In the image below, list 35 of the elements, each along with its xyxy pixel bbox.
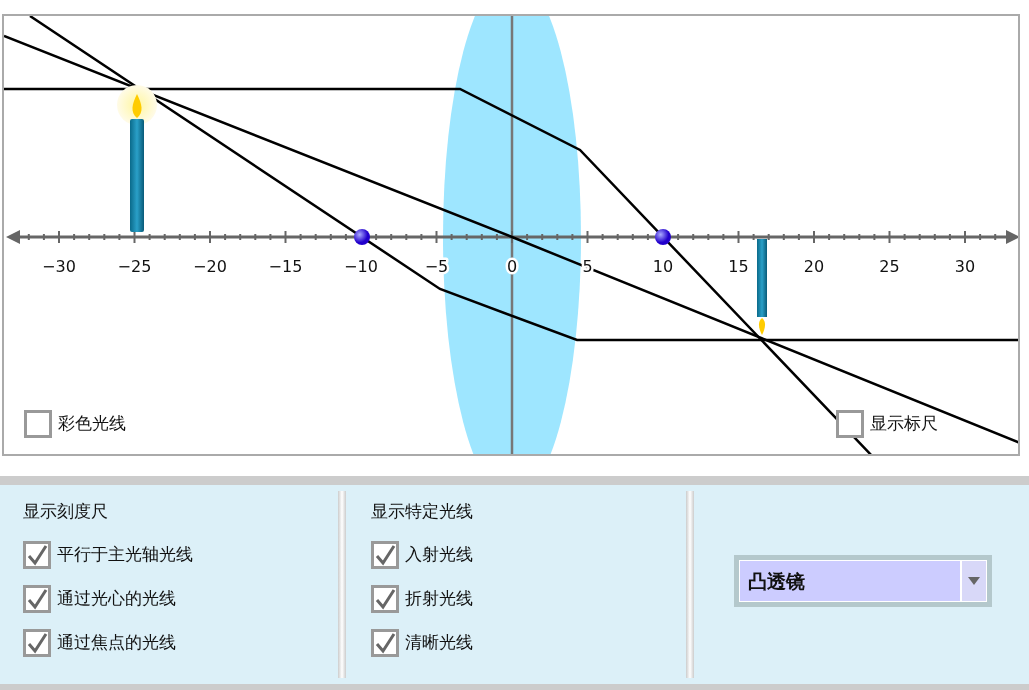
tick-label: −10 (344, 257, 378, 276)
tick-label: −20 (193, 257, 227, 276)
tick-label: 15 (728, 257, 749, 276)
lens-type-dropdown[interactable]: 凸透镜 (734, 555, 992, 607)
tick-label: 20 (803, 257, 825, 276)
checkbox-label[interactable]: 清晰光线 (405, 629, 473, 656)
checkbox[interactable] (24, 410, 52, 438)
section-heading: 显示特定光线 (371, 500, 474, 523)
tick-label: 0 (506, 257, 518, 276)
caret-icon (968, 577, 980, 585)
tick-label: 30 (954, 257, 976, 276)
focal-point[interactable] (354, 229, 370, 245)
tick-label: −5 (424, 257, 449, 276)
checkbox-label[interactable]: 通过光心的光线 (57, 585, 176, 612)
checkbox-label[interactable]: 显示标尺 (870, 411, 938, 437)
section-heading: 显示刻度尺 (23, 500, 109, 523)
checkbox[interactable] (371, 584, 399, 613)
checkbox[interactable] (23, 540, 51, 569)
tick-label: −25 (117, 257, 152, 276)
tick-label: −30 (42, 257, 76, 276)
tick-label: 25 (879, 257, 900, 276)
checkbox-label[interactable]: 入射光线 (405, 541, 473, 568)
focal-point[interactable] (655, 229, 671, 245)
checkbox[interactable] (23, 628, 51, 657)
checkbox-label[interactable]: 彩色光线 (58, 411, 126, 437)
tick-label: 10 (652, 257, 674, 276)
checkbox-label[interactable]: 平行于主光轴光线 (57, 541, 193, 568)
checkbox[interactable] (836, 410, 864, 438)
tick-label: −15 (268, 257, 303, 276)
checkbox[interactable] (371, 628, 399, 657)
checkbox[interactable] (371, 540, 399, 569)
candle-drawing[interactable] (130, 94, 144, 232)
checkbox-label[interactable]: 折射光线 (405, 585, 473, 612)
checkbox-label[interactable]: 通过焦点的光线 (57, 629, 176, 656)
checkbox[interactable] (23, 584, 51, 613)
